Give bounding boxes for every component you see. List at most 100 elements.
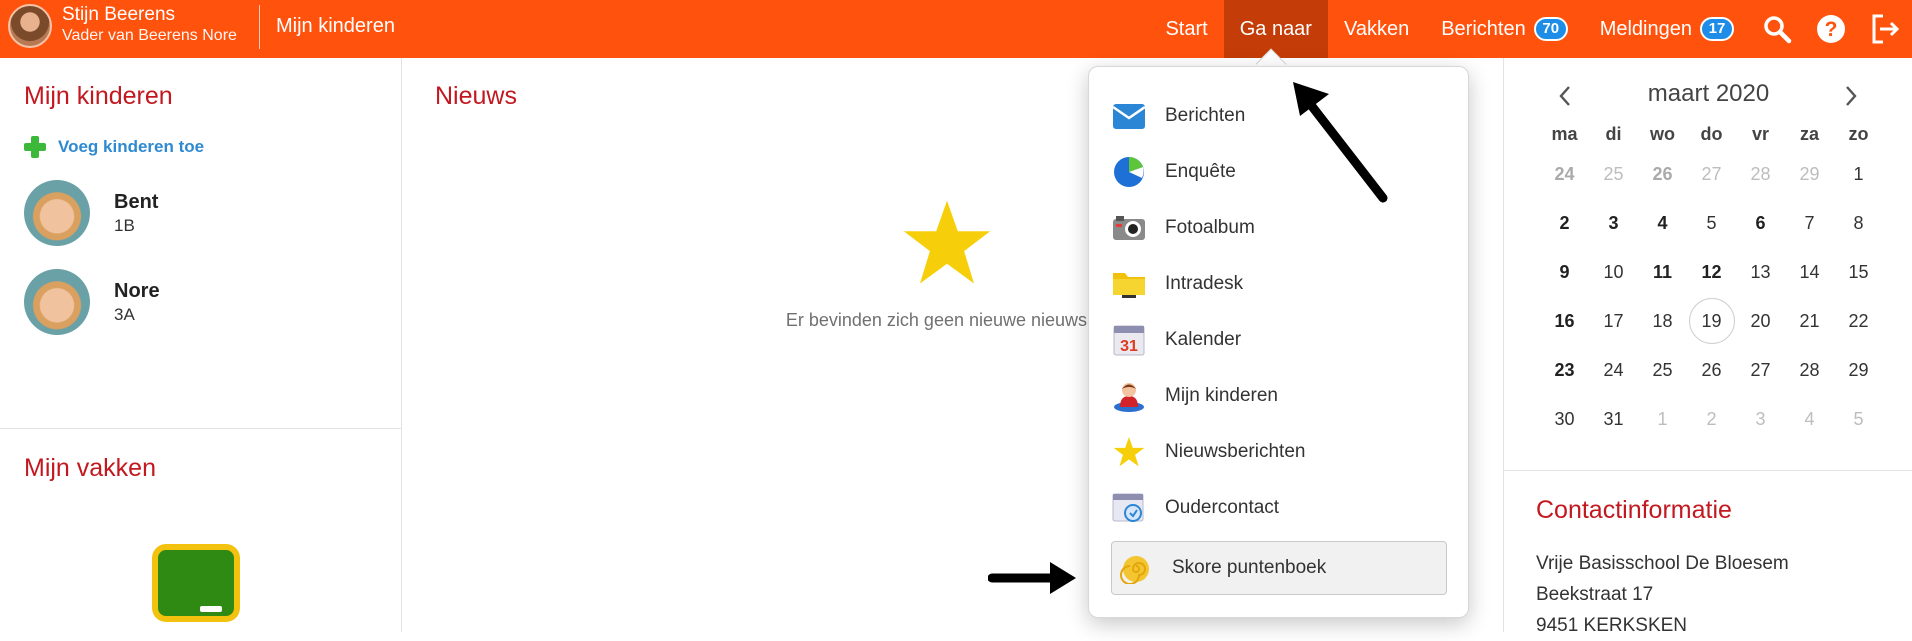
calendar-day[interactable]: 28 — [1785, 346, 1834, 395]
calendar-day[interactable]: 21 — [1785, 297, 1834, 346]
calendar-day-number: 24 — [1554, 164, 1575, 184]
chevron-left-icon[interactable] — [1556, 84, 1574, 108]
calendar-day-number: 27 — [1750, 360, 1771, 380]
calendar-day[interactable]: 22 — [1834, 297, 1883, 346]
calendar-day[interactable]: 9 — [1540, 248, 1589, 297]
calendar-icon-day: 31 — [1120, 338, 1138, 355]
calendar-day[interactable]: 8 — [1834, 199, 1883, 248]
calendar-day[interactable]: 11 — [1638, 248, 1687, 297]
annotation-arrow-right — [988, 562, 1076, 594]
berichten-count-badge: 70 — [1533, 17, 1568, 41]
weekday-label: do — [1700, 124, 1723, 144]
calendar-day[interactable]: 16 — [1540, 297, 1589, 346]
menu-item-intradesk[interactable]: Intradesk — [1111, 257, 1447, 311]
calendar-day[interactable]: 2 — [1687, 395, 1736, 444]
subjects-title: Mijn vakken — [24, 454, 156, 482]
help-button[interactable]: ? — [1804, 0, 1858, 58]
calendar-day[interactable]: 4 — [1638, 199, 1687, 248]
calendar-day[interactable]: 28 — [1736, 150, 1785, 199]
chevron-right-icon[interactable] — [1842, 84, 1860, 108]
calendar-day[interactable]: 3 — [1736, 395, 1785, 444]
calendar-header: maart 2020 — [1504, 80, 1912, 110]
child-item-bent[interactable]: Bent 1B — [24, 180, 158, 246]
calendar-day-number: 28 — [1799, 360, 1820, 380]
calendar-day[interactable]: 17 — [1589, 297, 1638, 346]
calendar-day[interactable]: 29 — [1785, 150, 1834, 199]
nav-vakken[interactable]: Vakken — [1328, 0, 1425, 58]
nav-meldingen[interactable]: Meldingen 17 — [1584, 0, 1750, 58]
calendar-day[interactable]: 5 — [1687, 199, 1736, 248]
star-icon — [1111, 434, 1147, 470]
child-item-nore[interactable]: Nore 3A — [24, 269, 160, 335]
calendar-day-number: 1 — [1657, 409, 1668, 429]
calendar-day-number: 26 — [1652, 164, 1673, 184]
calendar-day-number: 18 — [1652, 311, 1673, 331]
menu-item-label: Oudercontact — [1165, 497, 1280, 518]
camera-icon — [1111, 210, 1147, 246]
menu-item-mijn-kinderen[interactable]: Mijn kinderen — [1111, 369, 1447, 423]
calendar-day[interactable]: 27 — [1687, 150, 1736, 199]
calendar-day-number: 30 — [1554, 409, 1575, 429]
calendar-day[interactable]: 26 — [1638, 150, 1687, 199]
calendar-day[interactable]: 29 — [1834, 346, 1883, 395]
calendar-day[interactable]: 24 — [1540, 150, 1589, 199]
calendar-day[interactable]: 30 — [1540, 395, 1589, 444]
calendar-day[interactable]: 20 — [1736, 297, 1785, 346]
calendar-day-number: 15 — [1848, 262, 1869, 282]
menu-item-nieuwsberichten[interactable]: Nieuwsberichten — [1111, 425, 1447, 479]
calendar-day[interactable]: 4 — [1785, 395, 1834, 444]
calendar-day-number: 16 — [1554, 311, 1575, 331]
left-column: Mijn kinderen Voeg kinderen toe Bent 1B … — [0, 58, 402, 632]
calendar-day[interactable]: 25 — [1638, 346, 1687, 395]
calendar-day[interactable]: 31 — [1589, 395, 1638, 444]
contact-line: Vrije Basisschool De Bloesem — [1536, 553, 1789, 574]
calendar-day-today[interactable]: 19 — [1687, 297, 1736, 346]
calendar-grid: ma di wo do vr za zo 24 25 26 27 28 29 1 2 3 4 5 6 7 8 9 10 11 1… — [1540, 118, 1883, 444]
calendar-day[interactable]: 24 — [1589, 346, 1638, 395]
menu-item-oudercontact[interactable]: Oudercontact — [1111, 481, 1447, 535]
calendar-day[interactable]: 25 — [1589, 150, 1638, 199]
nav-start[interactable]: Start — [1149, 0, 1223, 58]
calendar-day[interactable]: 2 — [1540, 199, 1589, 248]
add-children-link[interactable]: Voeg kinderen toe — [24, 136, 204, 158]
search-button[interactable] — [1750, 0, 1804, 58]
calendar-day[interactable]: 6 — [1736, 199, 1785, 248]
calendar-day[interactable]: 7 — [1785, 199, 1834, 248]
calendar-day[interactable]: 27 — [1736, 346, 1785, 395]
calendar-day-number: 29 — [1799, 164, 1820, 184]
logout-button[interactable] — [1858, 0, 1912, 58]
child-name: Bent — [114, 190, 159, 213]
calendar-day[interactable]: 26 — [1687, 346, 1736, 395]
calendar-day[interactable]: 10 — [1589, 248, 1638, 297]
menu-item-fotoalbum[interactable]: Fotoalbum — [1111, 201, 1447, 255]
calendar-day[interactable]: 18 — [1638, 297, 1687, 346]
calendar-day[interactable]: 12 — [1687, 248, 1736, 297]
divider — [0, 428, 402, 429]
calendar-day[interactable]: 5 — [1834, 395, 1883, 444]
chalkboard-icon[interactable] — [152, 544, 240, 622]
calendar-day[interactable]: 23 — [1540, 346, 1589, 395]
weekday-label: vr — [1751, 124, 1769, 144]
calendar-day-number: 1 — [1853, 164, 1864, 184]
nav-berichten[interactable]: Berichten 70 — [1425, 0, 1584, 58]
calendar-day-number: 2 — [1559, 213, 1570, 233]
calendar-day[interactable]: 3 — [1589, 199, 1638, 248]
menu-item-kalender[interactable]: 31 Kalender — [1111, 313, 1447, 367]
calendar-day-number: 21 — [1799, 311, 1820, 331]
calendar-day-number: 17 — [1603, 311, 1624, 331]
calendar-day[interactable]: 1 — [1638, 395, 1687, 444]
nav-ga-naar[interactable]: Ga naar — [1223, 0, 1328, 58]
calendar-day-number: 3 — [1755, 409, 1766, 429]
calendar-day[interactable]: 13 — [1736, 248, 1785, 297]
user-block[interactable]: Stijn Beerens Vader van Beerens Nore — [62, 4, 237, 46]
user-avatar[interactable] — [8, 4, 52, 48]
weekday-label: za — [1799, 124, 1819, 144]
calendar-day[interactable]: 15 — [1834, 248, 1883, 297]
calendar-day-number: 29 — [1848, 360, 1869, 380]
menu-item-label: Berichten — [1165, 105, 1246, 126]
calendar-day[interactable]: 1 — [1834, 150, 1883, 199]
calendar-day-number: 22 — [1848, 311, 1869, 331]
nav-meldingen-label: Meldingen — [1599, 17, 1692, 40]
menu-item-skore-puntenboek[interactable]: Skore puntenboek — [1111, 541, 1447, 595]
calendar-day[interactable]: 14 — [1785, 248, 1834, 297]
